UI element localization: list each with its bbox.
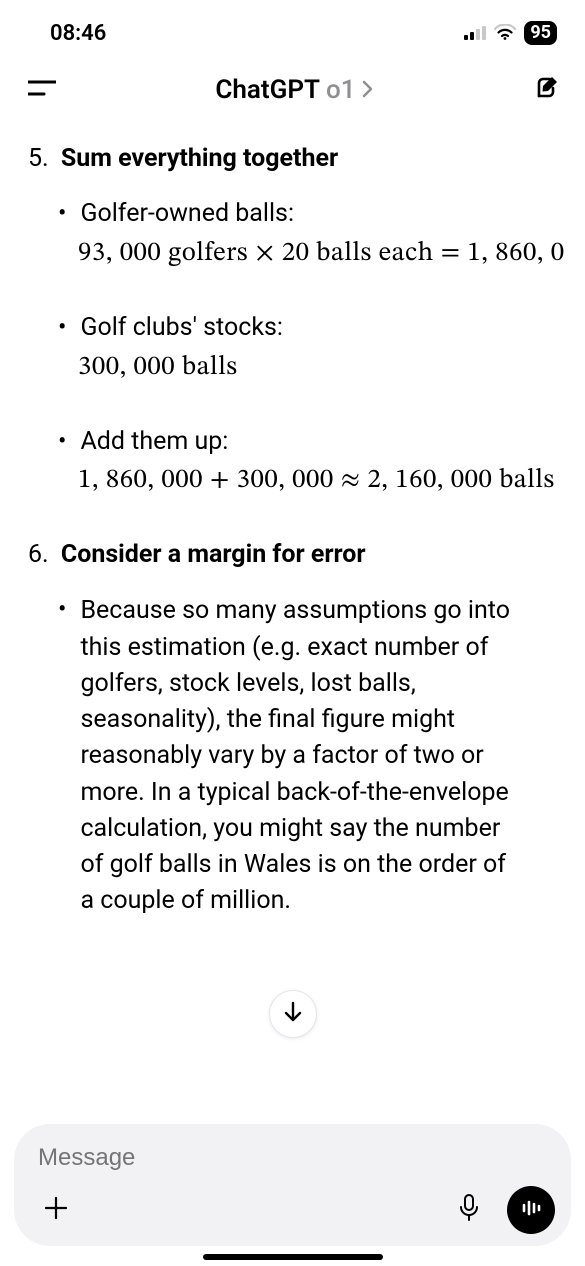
voice-mode-button[interactable] (507, 1186, 555, 1234)
section-number: 5. (28, 144, 49, 173)
section-title: Consider a margin for error (61, 540, 366, 569)
section-6: 6. Consider a margin for error • Because… (28, 540, 567, 919)
battery-indicator: 95 (524, 21, 557, 45)
message-content: 5. Sum everything together • Golfer-owne… (0, 144, 585, 920)
list-item-label: Golfer-owned balls: (80, 197, 294, 231)
section-title: Sum everything together (61, 144, 338, 173)
list-item-label: Golf clubs' stocks: (80, 311, 283, 345)
cellular-icon (464, 21, 486, 46)
section-heading: 6. Consider a margin for error (28, 540, 567, 569)
model-name: o1 (326, 75, 356, 105)
bullet-icon: • (58, 197, 66, 231)
status-time: 08:46 (50, 21, 106, 46)
paragraph-text: Because so many assumptions go into this… (80, 593, 510, 919)
section-5: 5. Sum everything together • Golfer-owne… (28, 144, 567, 498)
bullet-icon: • (58, 593, 66, 919)
waveform-icon (519, 1196, 543, 1224)
menu-button[interactable] (28, 79, 56, 101)
microphone-icon (458, 1193, 480, 1227)
section-number: 6. (28, 540, 49, 569)
status-bar: 08:46 95 (0, 0, 585, 56)
math-expression: 1, 860, 000 + 300, 000 ≈ 2, 160, 000 bal… (78, 464, 567, 498)
list-item: • Golf clubs' stocks: (58, 311, 567, 345)
math-expression: 300, 000 balls (78, 351, 567, 385)
chevron-right-icon (362, 76, 374, 104)
composer (14, 1124, 571, 1246)
bullet-icon: • (58, 311, 66, 345)
list-item: • Golfer-owned balls: (58, 197, 567, 231)
compose-button[interactable] (533, 74, 561, 106)
status-right: 95 (464, 21, 557, 46)
wifi-icon (494, 21, 516, 46)
top-nav: ChatGPT o1 (0, 56, 585, 122)
math-expression: 93, 000 golfers × 20 balls each = 1, 860… (78, 237, 567, 271)
plus-icon (43, 1195, 69, 1225)
list-item-label: Add them up: (80, 425, 228, 459)
dictate-button[interactable] (449, 1190, 489, 1230)
app-title: ChatGPT (215, 75, 320, 105)
model-selector[interactable]: ChatGPT o1 (215, 75, 373, 105)
message-input[interactable] (36, 1140, 555, 1186)
bullet-icon: • (58, 425, 66, 459)
home-indicator (203, 1254, 383, 1260)
section-heading: 5. Sum everything together (28, 144, 567, 173)
list-item: • Add them up: (58, 425, 567, 459)
scroll-to-bottom-button[interactable] (269, 990, 317, 1038)
add-button[interactable] (36, 1190, 76, 1230)
list-item: • Because so many assumptions go into th… (58, 593, 567, 919)
arrow-down-icon (283, 1001, 303, 1027)
